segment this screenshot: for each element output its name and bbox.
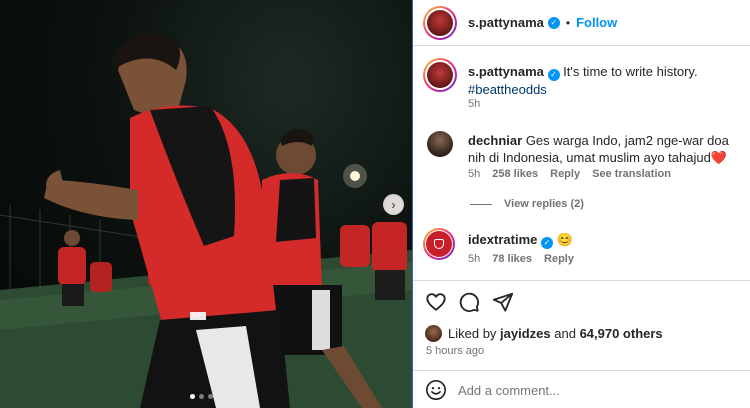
author-avatar[interactable] [423, 6, 457, 40]
comment-text: dechniar Ges warga Indo, jam2 nge-war do… [468, 132, 743, 166]
heart-icon[interactable] [425, 291, 447, 313]
comment-text: idextratime ✓ 😊 [468, 231, 743, 249]
likes-summary: Liked by jayidzes and 64,970 others [448, 326, 663, 341]
hashtag-link[interactable]: #beattheodds [468, 82, 547, 97]
see-translation-button[interactable]: See translation [592, 168, 671, 180]
carousel-dot [208, 394, 213, 399]
caption-username[interactable]: s.pattynama [468, 64, 544, 79]
add-comment-divider [413, 370, 750, 371]
commenter-username[interactable]: dechniar [468, 133, 522, 148]
add-comment-input[interactable] [458, 380, 738, 400]
commenter-username[interactable]: idextratime [468, 232, 537, 247]
share-icon[interactable] [492, 291, 514, 313]
likes-row: Liked by jayidzes and 64,970 others [425, 325, 663, 342]
likes-middle: and [550, 326, 580, 341]
view-replies-row[interactable]: View replies (2) [470, 198, 584, 210]
follow-button[interactable]: Follow [576, 15, 617, 30]
caption-time: 5h [468, 98, 481, 110]
comment-meta: 5h 258 likes Reply See translation [468, 168, 671, 180]
post-photo[interactable]: › [0, 0, 412, 408]
post-timestamp: 5 hours ago [426, 345, 485, 357]
comment-meta: 5h 78 likes Reply [468, 253, 574, 265]
likes-count[interactable]: 64,970 others [580, 326, 663, 341]
post-details-panel: s.pattynama ✓ • Follow s.pattynama ✓ It'… [413, 0, 750, 408]
comment-time: 5h [468, 253, 481, 265]
verified-badge-icon: ✓ [547, 16, 560, 29]
reply-button[interactable]: Reply [550, 168, 580, 180]
carousel-next-button[interactable]: › [383, 194, 404, 215]
comment-time: 5h [468, 168, 481, 180]
reply-button[interactable]: Reply [544, 253, 574, 265]
chevron-right-icon: › [391, 197, 396, 212]
carousel-indicator [190, 394, 213, 399]
verified-badge-icon: ✓ [547, 69, 560, 81]
view-replies-button[interactable]: View replies (2) [504, 198, 584, 210]
verified-badge-icon: ✓ [541, 237, 553, 249]
liker-username[interactable]: jayidzes [500, 326, 551, 341]
commenter-avatar[interactable] [427, 131, 453, 157]
carousel-dot [199, 394, 204, 399]
comment-likes[interactable]: 258 likes [492, 168, 538, 180]
comment-icon[interactable] [458, 291, 480, 313]
football-training-photo [0, 33, 412, 408]
caption-body: It's time to write history. [563, 64, 698, 79]
comment-likes[interactable]: 78 likes [492, 253, 532, 265]
emoji-icon[interactable] [425, 379, 447, 401]
author-username[interactable]: s.pattynama [468, 15, 544, 30]
carousel-dot [190, 394, 195, 399]
actions-divider [413, 280, 750, 281]
commenter-avatar[interactable] [423, 228, 455, 260]
likes-prefix: Liked by [448, 326, 501, 341]
author-avatar[interactable] [423, 58, 457, 92]
comment-body: 😊 [556, 232, 573, 247]
post-header: s.pattynama ✓ • Follow [413, 0, 750, 46]
caption-meta: 5h [468, 98, 480, 110]
separator-dot: • [565, 15, 571, 30]
replies-line [470, 203, 492, 205]
liker-avatar[interactable] [425, 325, 442, 342]
caption-text: s.pattynama ✓ It's time to write history… [468, 63, 738, 98]
